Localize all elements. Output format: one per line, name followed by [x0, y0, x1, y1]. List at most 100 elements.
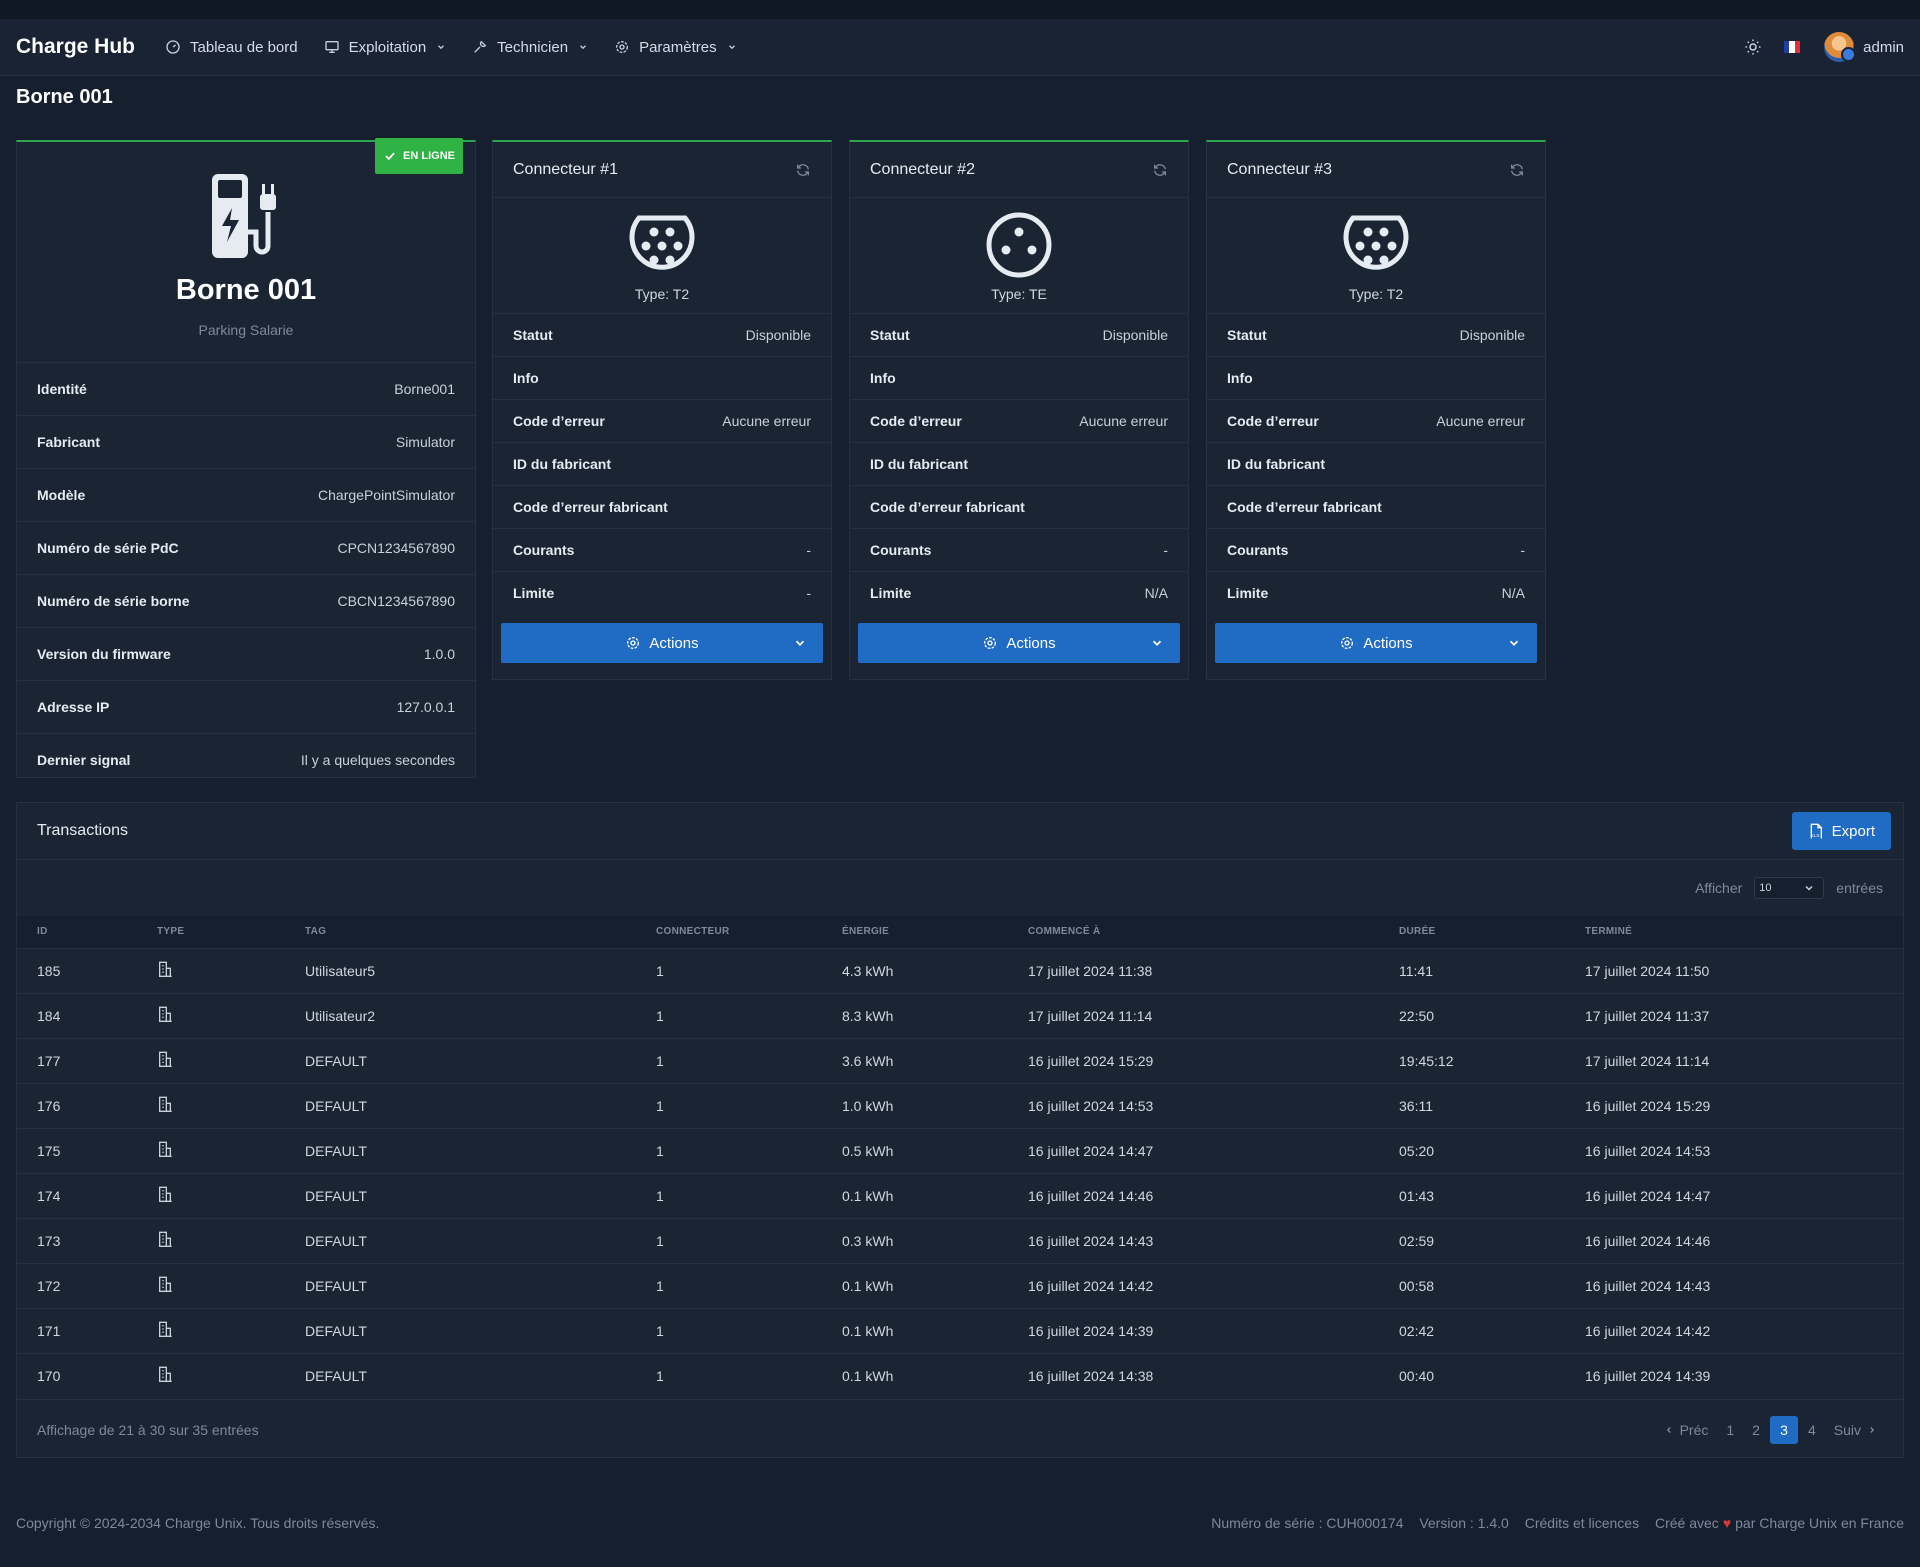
info-key: Fabricant — [37, 434, 101, 450]
pagination-prev[interactable]: Préc — [1658, 1422, 1708, 1438]
export-button[interactable]: XLS Export — [1791, 812, 1891, 850]
table-row[interactable]: 184 Utilisateur2 1 8.3 kWh 17 juillet 2024 1… — [17, 992, 1903, 1038]
table-row[interactable]: 185 Utilisateur5 1 4.3 kWh 17 juillet 2024 1… — [17, 947, 1903, 993]
pagination-page-2[interactable]: 2 — [1752, 1422, 1760, 1438]
connector-row-code-erreur-fabricant: Code d’erreur fabricant — [1207, 485, 1545, 528]
connector-row-code-erreur: Code d’erreur Aucune erreur — [850, 399, 1188, 442]
table-cell: 1 — [656, 1262, 842, 1308]
pagination-page-1[interactable]: 1 — [1726, 1422, 1734, 1438]
row-key: Code d’erreur — [513, 413, 605, 429]
copyright: Copyright © 2024-2034 Charge Unix. Tous … — [16, 1515, 380, 1531]
column-header[interactable]: ID — [17, 916, 157, 948]
actions-label: Actions — [1006, 634, 1056, 652]
actions-button[interactable]: Actions — [858, 623, 1180, 663]
info-row-firmware: Version du firmware 1.0.0 — [17, 627, 475, 680]
table-cell: 0.3 kWh — [842, 1217, 1028, 1263]
table-cell: 1 — [656, 1352, 842, 1398]
row-key: Info — [1227, 370, 1253, 386]
connector-plug: Type: TE — [850, 198, 1188, 313]
refresh-icon[interactable] — [1509, 162, 1525, 178]
column-header[interactable]: Durée — [1399, 916, 1585, 948]
table-row[interactable]: 177 DEFAULT 1 3.6 kWh 16 juillet 2024 15:29 1… — [17, 1037, 1903, 1083]
info-row-dernier-signal: Dernier signal Il y a quelques secondes — [17, 733, 475, 786]
table-cell: 16 juillet 2024 14:46 — [1028, 1172, 1399, 1218]
column-header[interactable]: Énergie — [842, 916, 1028, 948]
brand-logo[interactable]: Charge Hub — [16, 35, 135, 59]
page-size-select[interactable]: 10 — [1754, 877, 1825, 899]
table-row[interactable]: 174 DEFAULT 1 0.1 kWh 16 juillet 2024 14:46 0… — [17, 1172, 1903, 1218]
table-cell: DEFAULT — [305, 1127, 656, 1173]
french-flag-icon[interactable] — [1784, 41, 1801, 53]
info-row-modele: Modèle ChargePointSimulator — [17, 468, 475, 521]
building-icon — [159, 1276, 172, 1292]
nav-item-dashboard[interactable]: Tableau de bord — [165, 39, 298, 56]
connector-row-statut: Statut Disponible — [850, 313, 1188, 356]
nav-item-parametres[interactable]: Paramètres — [614, 39, 737, 56]
building-icon — [159, 961, 172, 977]
connector-row-limite: Limite N/A — [850, 571, 1188, 614]
row-key: Code d’erreur fabricant — [513, 499, 668, 515]
chevron-down-icon — [1152, 640, 1162, 646]
user-name[interactable]: admin — [1863, 39, 1904, 56]
column-header[interactable]: Connecteur — [656, 916, 842, 948]
column-header[interactable]: Terminé — [1585, 916, 1903, 948]
info-key: Version du firmware — [37, 646, 171, 662]
table-cell: 16 juillet 2024 14:42 — [1585, 1307, 1903, 1353]
row-value: Disponible — [1102, 327, 1168, 343]
table-cell: 1.0 kWh — [842, 1082, 1028, 1128]
table-row[interactable]: 171 DEFAULT 1 0.1 kWh 16 juillet 2024 14:39 0… — [17, 1307, 1903, 1353]
pagination-next[interactable]: Suiv — [1834, 1422, 1883, 1438]
row-value: - — [1520, 542, 1525, 558]
row-key: Code d’erreur — [870, 413, 962, 429]
table-cell: 16 juillet 2024 14:39 — [1585, 1352, 1903, 1398]
table-cell: 1 — [656, 1172, 842, 1218]
table-cell: 0.1 kWh — [842, 1262, 1028, 1308]
table-cell: 01:43 — [1399, 1172, 1585, 1218]
type2-plug-icon — [1343, 215, 1409, 270]
gear-icon — [984, 637, 997, 649]
table-row[interactable]: 173 DEFAULT 1 0.3 kWh 16 juillet 2024 14:43 0… — [17, 1217, 1903, 1263]
info-row-ip: Adresse IP 127.0.0.1 — [17, 680, 475, 733]
xls-file-icon: XLS — [1810, 823, 1822, 839]
table-cell: DEFAULT — [305, 1037, 656, 1083]
table-cell — [157, 1307, 305, 1353]
nav-item-technicien[interactable]: Technicien — [472, 39, 588, 56]
refresh-icon[interactable] — [1152, 162, 1168, 178]
building-icon — [159, 1051, 172, 1067]
actions-button[interactable]: Actions — [1215, 623, 1537, 663]
transactions-title: Transactions — [37, 822, 128, 839]
table-row[interactable]: 175 DEFAULT 1 0.5 kWh 16 juillet 2024 14:47 0… — [17, 1127, 1903, 1173]
info-row-serie-borne: Numéro de série borne CBCN1234567890 — [17, 574, 475, 627]
gear-icon — [627, 637, 640, 649]
table-cell: 173 — [17, 1217, 157, 1263]
connector-plug: Type: T2 — [493, 198, 831, 313]
refresh-icon[interactable] — [795, 162, 811, 178]
table-cell: 16 juillet 2024 14:39 — [1028, 1307, 1399, 1353]
table-cell: DEFAULT — [305, 1262, 656, 1308]
pagination-page-3[interactable]: 3 — [1769, 1415, 1798, 1444]
connector-title: Connecteur #2 — [870, 160, 975, 178]
avatar[interactable] — [1824, 32, 1857, 62]
connector-header: Connecteur #3 — [1207, 142, 1545, 198]
nav-item-exploitation[interactable]: Exploitation — [324, 39, 447, 56]
connector-title: Connecteur #1 — [513, 160, 618, 178]
column-header[interactable]: Tag — [305, 916, 656, 948]
made-with: Créé avec — [1655, 1515, 1719, 1531]
connector-card-3: Connecteur #3 Type: T2 Statut Disponible … — [1206, 140, 1546, 680]
page-footer: Copyright © 2024-2034 Charge Unix. Tous … — [16, 1515, 1904, 1531]
table-cell: 17 juillet 2024 11:37 — [1585, 992, 1903, 1038]
info-row-fabricant: Fabricant Simulator — [17, 415, 475, 468]
credits-link[interactable]: Crédits et licences — [1525, 1515, 1639, 1531]
column-header[interactable]: Type — [157, 916, 305, 948]
table-row[interactable]: 170 DEFAULT 1 0.1 kWh 16 juillet 2024 14:38 0… — [17, 1352, 1903, 1398]
pagination-page-4[interactable]: 4 — [1808, 1422, 1816, 1438]
actions-button[interactable]: Actions — [501, 623, 823, 663]
column-header[interactable]: Commencé à — [1028, 916, 1399, 948]
table-row[interactable]: 176 DEFAULT 1 1.0 kWh 16 juillet 2024 14:53 3… — [17, 1082, 1903, 1128]
table-row[interactable]: 172 DEFAULT 1 0.1 kWh 16 juillet 2024 14:42 0… — [17, 1262, 1903, 1308]
row-key: Limite — [513, 585, 555, 601]
connector-type: Type: TE — [991, 286, 1047, 302]
table-cell — [157, 1262, 305, 1308]
sun-icon[interactable] — [1744, 38, 1762, 56]
row-value: Aucune erreur — [722, 413, 811, 429]
